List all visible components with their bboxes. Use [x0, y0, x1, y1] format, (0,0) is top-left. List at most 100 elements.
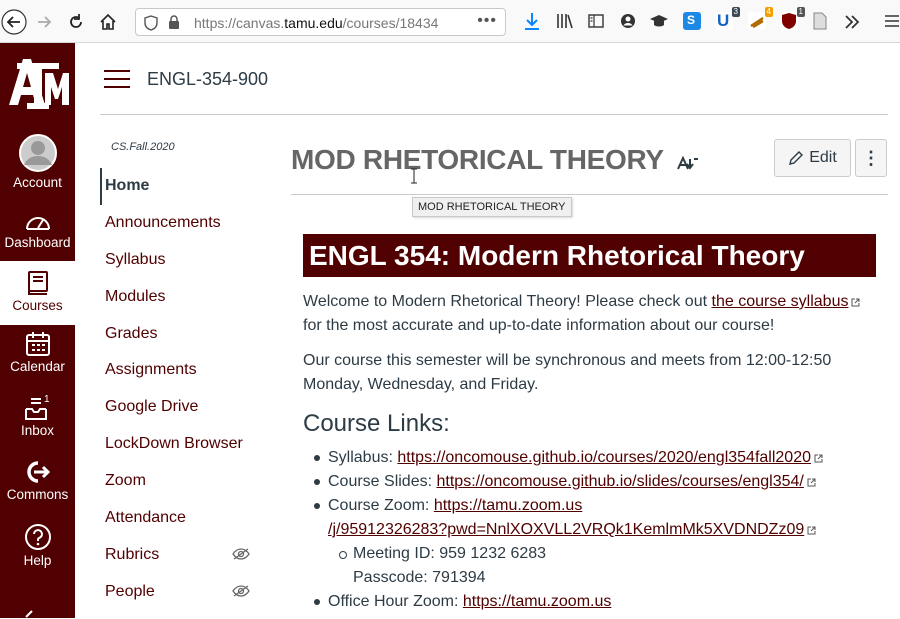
- nav-account[interactable]: Account: [0, 133, 75, 201]
- course-nav-people[interactable]: People: [100, 574, 260, 611]
- hidden-eye-icon: [232, 585, 250, 597]
- passcode: Passcode: 791394: [353, 569, 486, 586]
- course-menu-toggle[interactable]: [104, 70, 130, 90]
- inbox-badge: 1: [44, 394, 50, 405]
- text-cursor-icon: [411, 168, 417, 184]
- help-icon: [24, 524, 51, 550]
- syllabus-label: Syllabus:: [328, 449, 398, 466]
- account-sync-icon[interactable]: [620, 13, 636, 29]
- course-links-list: Syllabus: https://oncomouse.github.io/co…: [303, 446, 881, 614]
- course-nav-home[interactable]: Home: [100, 168, 260, 205]
- library-icon[interactable]: [556, 12, 574, 30]
- list-item: Syllabus: https://oncomouse.github.io/co…: [311, 446, 881, 470]
- nav-inbox[interactable]: 1 Inbox: [0, 394, 75, 451]
- list-item: Meeting ID: 959 1232 6283 Passcode: 79139…: [339, 542, 881, 590]
- vpn-extension-icon[interactable]: U3: [715, 7, 740, 30]
- edit-button[interactable]: Edit: [774, 139, 851, 177]
- zoom-details-list: Meeting ID: 959 1232 6283 Passcode: 79139…: [328, 542, 881, 590]
- accessibility-checker-icon[interactable]: [677, 155, 699, 171]
- download-icon[interactable]: [523, 12, 541, 32]
- breadcrumb[interactable]: ENGL-354-900: [147, 69, 268, 90]
- zotero-extension-icon[interactable]: 4: [748, 7, 773, 30]
- zoom-url-link-continued[interactable]: /j/95912326283?pwd=NnlXOXVLL2VRQk1KemlmM…: [328, 521, 804, 538]
- schedule-paragraph: Our course this semester will be synchro…: [303, 352, 832, 393]
- global-navigation: Account Dashboard Courses Calendar 1 Inb…: [0, 43, 75, 618]
- slides-label: Course Slides:: [328, 473, 437, 490]
- nav-courses[interactable]: Courses: [0, 261, 75, 325]
- slides-url-link[interactable]: https://oncomouse.github.io/slides/cours…: [437, 473, 804, 490]
- page-actions-icon[interactable]: •••: [477, 12, 497, 30]
- more-options-button[interactable]: ⋮: [855, 139, 887, 177]
- office-hour-url-link[interactable]: https://tamu.zoom.us: [463, 593, 612, 610]
- syllabus-url-link[interactable]: https://oncomouse.github.io/courses/2020…: [397, 449, 811, 466]
- zoom-label: Course Zoom:: [328, 497, 434, 514]
- url-text: https://canvas.tamu.edu/courses/18434: [194, 15, 439, 31]
- account-icon: [18, 134, 57, 172]
- term-label: CS.Fall.2020: [111, 141, 175, 153]
- course-navigation: Home Announcements Syllabus Modules Grad…: [100, 168, 260, 611]
- ublock-icon: [782, 13, 796, 29]
- forward-icon: [38, 16, 52, 28]
- pencil-icon: [789, 151, 804, 165]
- course-nav-rubrics-label: Rubrics: [105, 545, 160, 563]
- commons-icon: [26, 461, 50, 483]
- course-nav-attendance[interactable]: Attendance: [100, 500, 260, 537]
- course-nav-rubrics[interactable]: Rubrics: [100, 537, 260, 574]
- sidebar-icon[interactable]: [588, 13, 604, 29]
- skype-extension-icon[interactable]: S: [683, 12, 701, 30]
- page-icon[interactable]: [812, 12, 828, 30]
- graduation-cap-icon[interactable]: [649, 12, 669, 30]
- course-banner: ENGL 354: Modern Rhetorical Theory: [303, 234, 876, 277]
- ublock-extension-icon[interactable]: 1: [780, 7, 805, 30]
- edit-button-label: Edit: [809, 149, 837, 166]
- course-nav-google-drive[interactable]: Google Drive: [100, 389, 260, 426]
- title-divider: [291, 194, 888, 195]
- welcome-text-end: for the most accurate and up-to-date inf…: [303, 317, 775, 334]
- title-tooltip: MOD RHETORICAL THEORY: [412, 197, 572, 217]
- course-nav-modules[interactable]: Modules: [100, 279, 260, 316]
- tamu-logo[interactable]: [0, 53, 75, 117]
- course-nav-people-label: People: [105, 582, 155, 600]
- nav-calendar-label: Calendar: [10, 359, 65, 374]
- nav-help-label: Help: [23, 553, 52, 568]
- nav-dashboard[interactable]: Dashboard: [0, 209, 75, 261]
- external-link-icon: [807, 478, 816, 487]
- page-content: Welcome to Modern Rhetorical Theory! Ple…: [303, 290, 881, 614]
- course-nav-zoom[interactable]: Zoom: [100, 463, 260, 500]
- course-links-heading: Course Links:: [303, 410, 450, 437]
- syllabus-link[interactable]: the course syllabus: [712, 293, 849, 310]
- external-link-icon: [851, 298, 860, 307]
- course-nav-lockdown-browser[interactable]: LockDown Browser: [100, 426, 260, 463]
- atm-logo-icon: [8, 59, 69, 109]
- browser-toolbar: https://canvas.tamu.edu/courses/18434 ••…: [0, 0, 900, 43]
- list-item: Course Slides: https://oncomouse.github.…: [311, 470, 881, 494]
- reload-button[interactable]: [62, 8, 90, 36]
- course-nav-syllabus[interactable]: Syllabus: [100, 242, 260, 279]
- nav-help[interactable]: Help: [0, 523, 75, 579]
- courses-icon: [27, 271, 48, 295]
- home-button[interactable]: [94, 8, 122, 36]
- nav-calendar[interactable]: Calendar: [0, 331, 75, 387]
- url-bar[interactable]: https://canvas.tamu.edu/courses/18434 ••…: [135, 8, 506, 36]
- header-divider: [100, 114, 888, 115]
- back-button[interactable]: [0, 8, 28, 36]
- nav-courses-label: Courses: [12, 298, 63, 313]
- forward-button[interactable]: [30, 8, 58, 36]
- overflow-chevrons-icon[interactable]: [843, 14, 861, 30]
- meeting-id: Meeting ID: 959 1232 6283: [353, 545, 547, 562]
- course-nav-announcements[interactable]: Announcements: [100, 205, 260, 242]
- menu-icon[interactable]: [884, 14, 900, 28]
- office-hour-label: Office Hour Zoom:: [328, 593, 463, 610]
- lock-icon: [169, 15, 179, 29]
- nav-commons[interactable]: Commons: [0, 459, 75, 515]
- reload-icon: [70, 14, 82, 28]
- course-nav-grades[interactable]: Grades: [100, 316, 260, 353]
- welcome-text: Welcome to Modern Rhetorical Theory! Ple…: [303, 293, 712, 310]
- course-nav-assignments[interactable]: Assignments: [100, 352, 260, 389]
- zoom-url-link[interactable]: https://tamu.zoom.us: [434, 497, 583, 514]
- back-icon: [1, 9, 27, 35]
- nav-inbox-label: Inbox: [20, 423, 55, 438]
- list-item: Course Zoom: https://tamu.zoom.us/j/9591…: [311, 494, 881, 590]
- nav-dashboard-label: Dashboard: [4, 235, 71, 250]
- external-link-icon: [807, 526, 816, 535]
